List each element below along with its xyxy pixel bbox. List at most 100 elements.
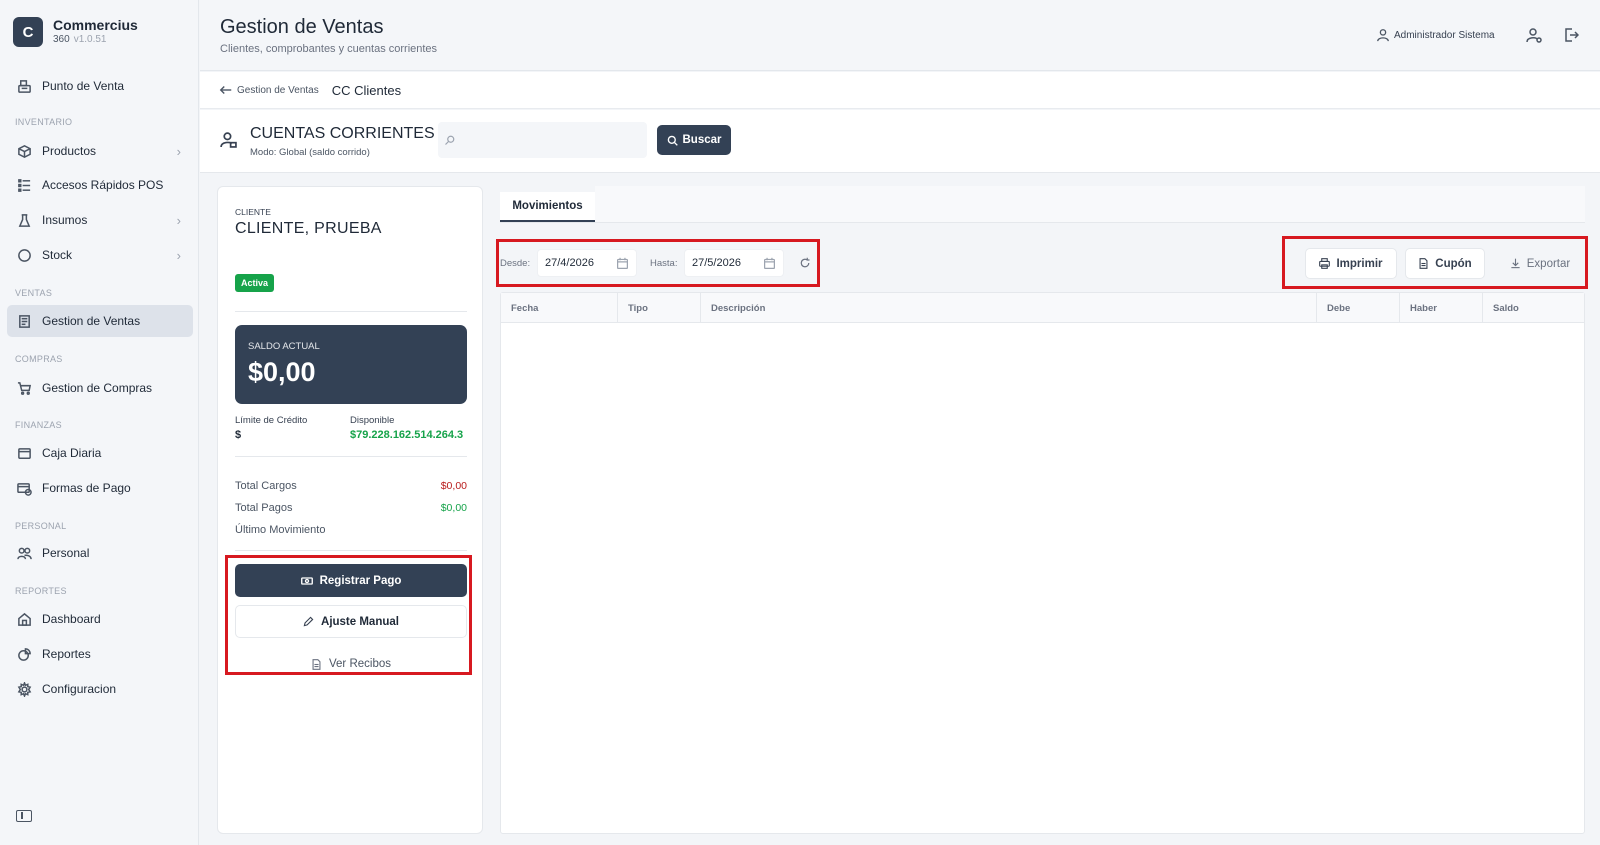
sidebar-item-gestion-de-compras[interactable]: Gestion de Compras bbox=[7, 372, 193, 404]
sidebar-item-label: Accesos Rápidos POS bbox=[42, 178, 164, 192]
sidebar-item-label: Caja Diaria bbox=[42, 446, 102, 460]
table-header: Fecha Tipo Descripción Debe Haber Saldo bbox=[501, 293, 1584, 323]
circle-icon bbox=[18, 248, 31, 262]
box-icon bbox=[18, 144, 31, 158]
sidebar: C Commercius 360 v1.0.51 Punto de Venta I… bbox=[0, 0, 199, 845]
tab-strip bbox=[595, 186, 1585, 222]
sidebar-item-productos[interactable]: Productos › bbox=[7, 135, 193, 167]
breadcrumb-current: CC Clientes bbox=[331, 82, 402, 98]
client-name: CLIENTE, PRUEBA bbox=[235, 220, 382, 237]
arrow-left-icon bbox=[219, 86, 232, 94]
page-subtitle: Clientes, comprobantes y cuentas corrien… bbox=[220, 43, 438, 55]
sidebar-item-reportes[interactable]: Reportes bbox=[7, 638, 193, 670]
client-search bbox=[438, 122, 647, 158]
sidebar-item-label: Gestion de Compras bbox=[42, 381, 153, 395]
chevron-right-icon: › bbox=[176, 247, 181, 263]
register-payment-label: Registrar Pago bbox=[319, 574, 402, 587]
nav-section-personal: PERSONAL bbox=[15, 521, 67, 531]
brand-name: Commercius bbox=[53, 17, 138, 33]
print-button[interactable]: Imprimir bbox=[1305, 248, 1397, 279]
date-to-value: 27/5/2026 bbox=[692, 257, 741, 269]
search-button[interactable]: Buscar bbox=[657, 125, 731, 155]
sidebar-item-personal[interactable]: Personal bbox=[7, 537, 193, 569]
view-receipts-label: Ver Recibos bbox=[328, 658, 391, 670]
receipt-icon bbox=[19, 314, 30, 328]
credit-limit-label: Límite de Crédito bbox=[235, 415, 308, 426]
date-from-value: 27/4/2026 bbox=[545, 257, 594, 269]
search-icon bbox=[445, 135, 455, 145]
column-header-saldo[interactable]: Saldo bbox=[1483, 293, 1584, 323]
chevron-right-icon: › bbox=[176, 143, 181, 159]
last-movement-row: Último Movimiento bbox=[235, 524, 467, 536]
cart-icon bbox=[17, 381, 32, 395]
nav-section-ventas: VENTAS bbox=[15, 288, 53, 298]
column-header-fecha[interactable]: Fecha bbox=[501, 293, 618, 323]
export-label: Exportar bbox=[1526, 257, 1571, 270]
sidebar-item-label: Dashboard bbox=[42, 612, 101, 626]
document-icon bbox=[1419, 258, 1428, 269]
client-label: CLIENTE bbox=[235, 207, 271, 217]
client-search-input[interactable] bbox=[462, 133, 642, 147]
date-from-input[interactable]: 27/4/2026 bbox=[537, 249, 637, 277]
breadcrumb-back-label: Gestion de Ventas bbox=[237, 84, 319, 96]
sidebar-item-label: Configuracion bbox=[42, 682, 117, 696]
sidebar-item-punto-de-venta[interactable]: Punto de Venta bbox=[7, 70, 193, 102]
users-icon bbox=[17, 547, 32, 559]
column-header-tipo[interactable]: Tipo bbox=[618, 293, 701, 323]
top-header: Gestion de Ventas Clientes, comprobantes… bbox=[200, 0, 1600, 71]
column-header-descripcion[interactable]: Descripción bbox=[701, 293, 1317, 323]
divider bbox=[235, 550, 467, 551]
coupon-button[interactable]: Cupón bbox=[1405, 248, 1485, 279]
logout-icon[interactable] bbox=[1563, 27, 1579, 43]
brand: C Commercius 360 v1.0.51 bbox=[13, 17, 138, 47]
total-payments-row: Total Pagos $0,00 bbox=[235, 502, 467, 514]
sidebar-item-stock[interactable]: Stock › bbox=[7, 239, 193, 271]
manual-adjust-button[interactable]: Ajuste Manual bbox=[235, 605, 467, 638]
last-movement-label: Último Movimiento bbox=[235, 524, 326, 536]
register-icon bbox=[18, 79, 31, 93]
sidebar-item-insumos[interactable]: Insumos › bbox=[7, 204, 193, 236]
status-badge: Activa bbox=[235, 274, 275, 292]
sidebar-item-label: Productos bbox=[42, 144, 97, 158]
sidebar-item-accesos-rapidos[interactable]: Accesos Rápidos POS bbox=[7, 169, 193, 201]
column-header-debe[interactable]: Debe bbox=[1317, 293, 1400, 323]
sidebar-item-formas-de-pago[interactable]: Formas de Pago bbox=[7, 472, 193, 504]
sidebar-item-caja-diaria[interactable]: Caja Diaria bbox=[7, 437, 193, 469]
sidebar-item-configuracion[interactable]: Configuracion bbox=[7, 673, 193, 705]
gear-icon bbox=[17, 681, 32, 697]
view-receipts-button[interactable]: Ver Recibos bbox=[235, 653, 467, 675]
total-charges-label: Total Cargos bbox=[235, 480, 297, 492]
register-payment-button[interactable]: Registrar Pago bbox=[235, 564, 467, 597]
column-header-haber[interactable]: Haber bbox=[1400, 293, 1483, 323]
account-mode: Modo: Global (saldo corrido) bbox=[250, 147, 370, 158]
user-menu[interactable]: Administrador Sistema bbox=[1376, 28, 1495, 42]
nav-section-inventario: INVENTARIO bbox=[15, 117, 73, 127]
tab-movimientos[interactable]: Movimientos bbox=[500, 192, 595, 222]
chevron-right-icon: › bbox=[176, 212, 181, 228]
page-title: Gestion de Ventas bbox=[220, 16, 384, 38]
user-settings-icon[interactable] bbox=[1526, 27, 1542, 43]
sidebar-item-label: Insumos bbox=[42, 213, 88, 227]
date-to-input[interactable]: 27/5/2026 bbox=[684, 249, 784, 277]
flask-icon bbox=[18, 213, 31, 227]
printer-icon bbox=[1319, 258, 1331, 269]
balance-label: SALDO ACTUAL bbox=[248, 341, 320, 352]
sidebar-item-label: Punto de Venta bbox=[42, 79, 125, 93]
coupon-label: Cupón bbox=[1435, 257, 1472, 270]
export-button[interactable]: Exportar bbox=[1500, 248, 1580, 279]
wallet-icon bbox=[18, 447, 31, 459]
pencil-icon bbox=[303, 616, 314, 627]
sidebar-item-gestion-de-ventas[interactable]: Gestion de Ventas bbox=[7, 305, 193, 337]
search-icon bbox=[667, 135, 678, 146]
breadcrumb-back-link[interactable]: Gestion de Ventas bbox=[219, 83, 319, 97]
cash-icon bbox=[300, 576, 313, 585]
divider bbox=[235, 456, 467, 457]
movements-table: Fecha Tipo Descripción Debe Haber Saldo bbox=[500, 292, 1585, 834]
refresh-icon[interactable] bbox=[799, 257, 811, 269]
sidebar-item-label: Stock bbox=[42, 248, 73, 262]
sidebar-item-label: Reportes bbox=[42, 647, 91, 661]
calendar-icon bbox=[764, 257, 775, 269]
sidebar-collapse-icon[interactable] bbox=[16, 810, 32, 822]
sidebar-item-dashboard[interactable]: Dashboard bbox=[7, 603, 193, 635]
available-value: $79.228.162.514.264.3 bbox=[350, 429, 464, 441]
